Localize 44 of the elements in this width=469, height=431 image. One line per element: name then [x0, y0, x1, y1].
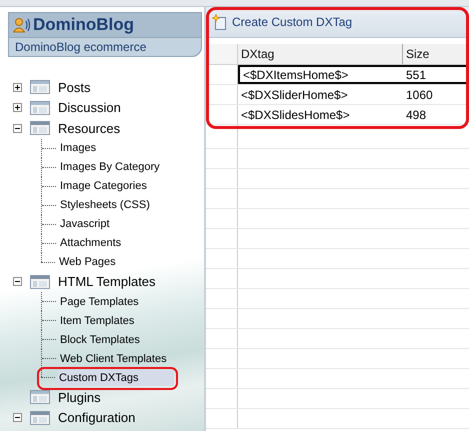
table-row[interactable]: <$DXSliderHome$> 1060	[206, 85, 469, 105]
collapse-icon[interactable]	[13, 277, 22, 286]
tree-item[interactable]: Plugins	[58, 390, 101, 405]
tree-item[interactable]: Block Templates	[59, 332, 141, 348]
expand-icon[interactable]	[13, 82, 22, 92]
tree-item[interactable]: Image Categories	[59, 178, 148, 194]
new-document-icon	[212, 14, 226, 30]
app-title: DominoBlog	[33, 15, 134, 35]
tree-item[interactable]: Images	[59, 140, 98, 156]
window-icon	[30, 410, 50, 425]
collapse-icon[interactable]	[13, 413, 22, 422]
app-subtitle: DominoBlog ecommerce	[9, 37, 201, 56]
column-header[interactable]: DXtag	[238, 44, 403, 64]
tree-item[interactable]: Resources	[58, 120, 120, 136]
tree-item[interactable]: Configuration	[58, 410, 136, 426]
table-cell: <$DXSlidesHome$>	[241, 108, 350, 122]
tree-item[interactable]: Javascript	[59, 216, 111, 232]
expand-icon[interactable]	[13, 103, 22, 112]
window-icon	[30, 390, 50, 404]
table-row[interactable]: <$DXSlidesHome$> 498	[206, 105, 469, 125]
tree-item[interactable]: Page Templates	[59, 294, 140, 310]
table-cell: 1060	[406, 88, 433, 102]
column-header[interactable]: Size	[403, 44, 469, 64]
tree-item[interactable]: HTML Templates	[58, 274, 156, 290]
tree-item[interactable]: Stylesheets (CSS)	[59, 197, 151, 213]
create-button[interactable]: Create Custom DXTag	[210, 12, 354, 32]
tree-item[interactable]: Discussion	[58, 100, 121, 116]
window-icon	[30, 121, 50, 136]
tree-item[interactable]: Web Client Templates	[59, 350, 168, 366]
tree-item[interactable]: Custom DXTags	[58, 370, 174, 386]
window-icon	[30, 274, 50, 289]
window-icon	[30, 80, 50, 94]
tree-item[interactable]: Item Templates	[59, 312, 136, 328]
table-cell: <$DXSliderHome$>	[241, 88, 348, 102]
tree-item[interactable]: Images By Category	[59, 159, 161, 175]
tree-item[interactable]: Posts	[58, 80, 91, 95]
window-icon	[30, 100, 50, 115]
collapse-icon[interactable]	[13, 124, 22, 133]
user-icon	[13, 17, 31, 33]
tree-item[interactable]: Attachments	[59, 235, 122, 251]
table-cell: <$DXItemsHome$>	[243, 68, 348, 82]
tree-item[interactable]: Web Pages	[58, 254, 117, 270]
table-cell: 551	[406, 68, 426, 82]
table-cell: 498	[406, 108, 426, 122]
